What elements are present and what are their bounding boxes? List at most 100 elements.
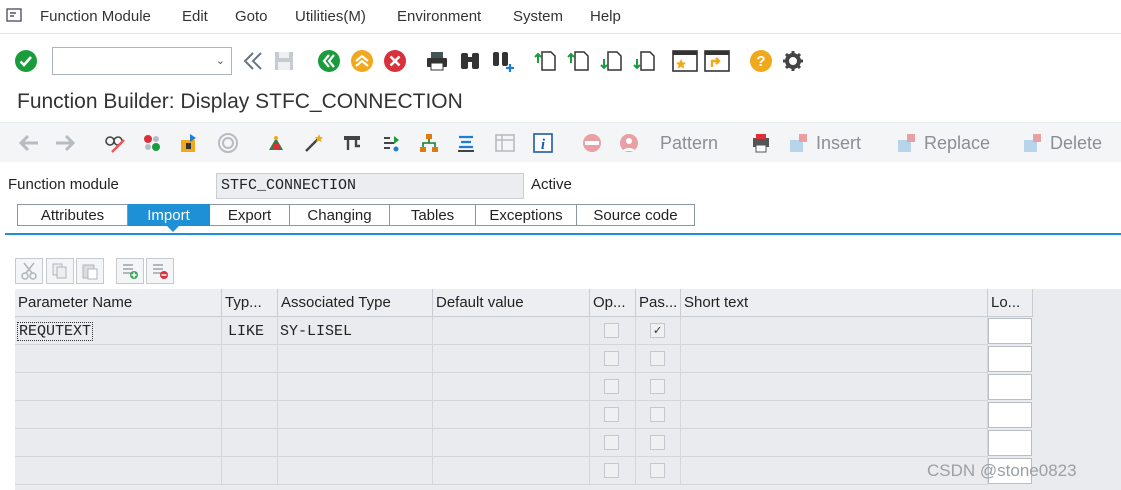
help-icon[interactable]: ?	[748, 48, 774, 74]
cell-associated-type[interactable]	[278, 401, 433, 429]
cell-short-text[interactable]	[681, 429, 988, 457]
cell-associated-type[interactable]	[278, 345, 433, 373]
paste-icon[interactable]	[76, 258, 104, 284]
table-row[interactable]	[15, 401, 988, 429]
cancel-icon[interactable]	[382, 48, 408, 74]
find-icon[interactable]	[457, 48, 483, 74]
menu-function-module[interactable]: Function Module	[40, 8, 151, 25]
menu-environment[interactable]: Environment	[397, 8, 481, 25]
cell-typing[interactable]	[222, 457, 278, 485]
pass-value-checkbox[interactable]	[650, 379, 665, 394]
optional-checkbox[interactable]	[604, 407, 619, 422]
pretty-printer-icon[interactable]	[750, 131, 772, 155]
cell-parameter-name[interactable]	[15, 373, 222, 401]
tab-tables[interactable]: Tables	[390, 204, 476, 226]
pass-value-checkbox[interactable]	[650, 435, 665, 450]
exit-icon[interactable]	[349, 48, 375, 74]
tab-attributes[interactable]: Attributes	[17, 204, 128, 226]
optional-checkbox[interactable]	[604, 379, 619, 394]
cell-parameter-name[interactable]	[15, 401, 222, 429]
where-used-list-icon[interactable]	[380, 131, 402, 155]
col-short-text[interactable]: Short text	[681, 289, 988, 317]
print-icon[interactable]	[424, 48, 450, 74]
customize-icon[interactable]	[780, 48, 806, 74]
tab-exceptions[interactable]: Exceptions	[476, 204, 577, 226]
info-icon[interactable]: i	[532, 131, 554, 155]
delete-button[interactable]: Delete	[1022, 131, 1102, 155]
cell-typing[interactable]: LIKE	[222, 317, 278, 345]
insert-row-icon[interactable]	[116, 258, 144, 284]
enter-icon[interactable]	[13, 48, 39, 74]
menu-help[interactable]: Help	[590, 8, 621, 25]
col-associated-type[interactable]: Associated Type	[278, 289, 433, 317]
long-text-button[interactable]	[988, 374, 1032, 400]
pass-value-checkbox[interactable]	[650, 463, 665, 478]
cell-short-text[interactable]	[681, 373, 988, 401]
optional-checkbox[interactable]	[604, 463, 619, 478]
breakpoint-icon[interactable]	[581, 131, 603, 155]
col-optional[interactable]: Op...	[590, 289, 636, 317]
chevron-down-icon[interactable]: ⌄	[216, 54, 225, 67]
cell-short-text[interactable]	[681, 345, 988, 373]
save-icon[interactable]	[271, 48, 297, 74]
active-inactive-icon[interactable]	[141, 131, 163, 155]
first-page-icon[interactable]	[533, 48, 559, 74]
tab-changing[interactable]: Changing	[290, 204, 390, 226]
function-module-field[interactable]: STFC_CONNECTION	[216, 173, 524, 199]
tab-source-code[interactable]: Source code	[577, 204, 695, 226]
test-icon[interactable]	[342, 131, 364, 155]
cell-parameter-name[interactable]	[15, 429, 222, 457]
display-change-icon[interactable]	[104, 131, 126, 155]
cell-associated-type[interactable]: SY-LISEL	[278, 317, 433, 345]
optional-checkbox[interactable]	[604, 323, 619, 338]
cell-associated-type[interactable]	[278, 429, 433, 457]
cell-parameter-name[interactable]	[15, 345, 222, 373]
last-page-icon[interactable]	[632, 48, 658, 74]
pass-value-checkbox[interactable]	[650, 407, 665, 422]
parameter-name-value[interactable]: REQUTEXT	[17, 322, 94, 341]
back-double-icon[interactable]	[240, 48, 266, 74]
optional-checkbox[interactable]	[604, 435, 619, 450]
tab-import[interactable]: Import	[128, 204, 210, 232]
cell-default-value[interactable]	[433, 457, 590, 485]
cell-short-text[interactable]	[681, 401, 988, 429]
check-icon[interactable]	[265, 131, 287, 155]
menu-utilities[interactable]: Utilities(M)	[295, 8, 366, 25]
table-row[interactable]	[15, 457, 988, 485]
cell-default-value[interactable]	[433, 373, 590, 401]
replace-button[interactable]: Replace	[896, 131, 990, 155]
menu-goto[interactable]: Goto	[235, 8, 268, 25]
pass-value-checkbox[interactable]: ✓	[650, 323, 665, 338]
col-parameter-name[interactable]: Parameter Name	[15, 289, 222, 317]
cell-parameter-name[interactable]: REQUTEXT	[15, 317, 222, 345]
col-default-value[interactable]: Default value	[433, 289, 590, 317]
long-text-button[interactable]	[988, 402, 1032, 428]
menu-logo-icon[interactable]	[6, 8, 22, 22]
delete-row-icon[interactable]	[146, 258, 174, 284]
arrow-right-icon[interactable]	[54, 131, 76, 155]
cut-icon[interactable]	[15, 258, 43, 284]
display-navigation-icon[interactable]	[455, 131, 477, 155]
col-long-text[interactable]: Lo...	[988, 289, 1033, 317]
next-page-icon[interactable]	[599, 48, 625, 74]
menu-system[interactable]: System	[513, 8, 563, 25]
long-text-button[interactable]	[988, 430, 1032, 456]
back-icon[interactable]	[316, 48, 342, 74]
cell-default-value[interactable]	[433, 401, 590, 429]
activate-icon[interactable]	[303, 131, 325, 155]
command-field[interactable]: ⌄	[52, 47, 232, 75]
other-object-icon[interactable]	[178, 131, 200, 155]
cell-short-text[interactable]	[681, 317, 988, 345]
table-row[interactable]	[15, 373, 988, 401]
cell-default-value[interactable]	[433, 317, 590, 345]
where-used-icon[interactable]	[217, 131, 239, 155]
table-row[interactable]	[15, 429, 988, 457]
object-list-icon[interactable]	[418, 131, 440, 155]
pass-value-checkbox[interactable]	[650, 351, 665, 366]
insert-button[interactable]: Insert	[788, 131, 861, 155]
prev-page-icon[interactable]	[566, 48, 592, 74]
cell-default-value[interactable]	[433, 429, 590, 457]
cell-parameter-name[interactable]	[15, 457, 222, 485]
copy-icon[interactable]	[46, 258, 74, 284]
arrow-left-icon[interactable]	[18, 131, 40, 155]
